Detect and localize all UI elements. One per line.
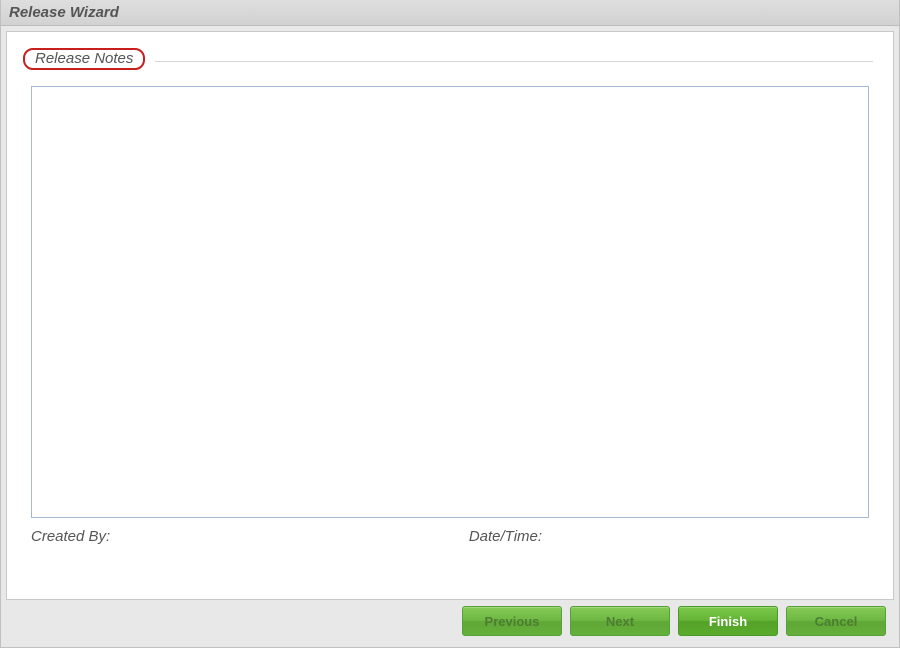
next-button[interactable]: Next [570, 606, 670, 636]
cancel-button[interactable]: Cancel [786, 606, 886, 636]
release-notes-highlight: Release Notes [23, 48, 145, 70]
release-notes-textarea[interactable] [31, 86, 869, 518]
previous-button[interactable]: Previous [462, 606, 562, 636]
section-header-row: Release Notes [27, 50, 873, 72]
content-panel: Release Notes Created By: Date/Time: [6, 31, 894, 600]
meta-row: Created By: Date/Time: [31, 528, 873, 545]
wizard-titlebar: Release Wizard [1, 0, 899, 26]
release-wizard-window: Release Wizard Release Notes Created By:… [0, 0, 900, 648]
finish-button[interactable]: Finish [678, 606, 778, 636]
created-by-label: Created By: [31, 528, 110, 545]
date-time-field: Date/Time: [469, 528, 873, 545]
section-divider [155, 61, 873, 62]
wizard-title: Release Wizard [9, 4, 119, 21]
date-time-label: Date/Time: [469, 528, 542, 545]
release-notes-header: Release Notes [25, 46, 143, 71]
wizard-body: Release Notes Created By: Date/Time: Pre… [1, 26, 899, 647]
wizard-footer: Previous Next Finish Cancel [6, 600, 894, 642]
created-by-field: Created By: [31, 528, 469, 545]
